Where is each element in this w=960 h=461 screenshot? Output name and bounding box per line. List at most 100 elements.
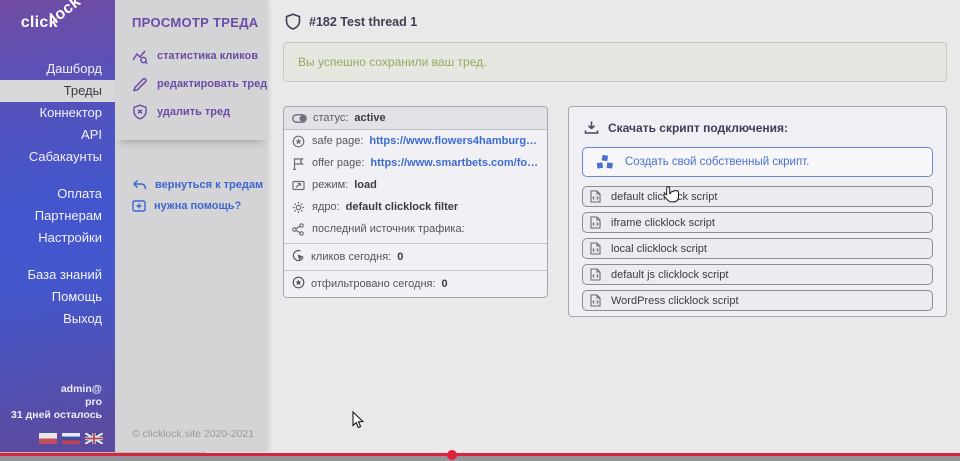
filtered-today-value: 0 (442, 278, 448, 290)
sidebar-item-settings[interactable]: Настройки (0, 227, 115, 249)
panel-links: вернуться к тредам нужна помощь? (115, 140, 268, 216)
download-scripts-card: Скачать скрипт подключения: Создать свой… (568, 106, 947, 317)
script-button-label: iframe clicklock script (611, 217, 715, 229)
last-traffic-source-row: последний источник трафика: (284, 218, 547, 240)
clicks-today-value: 0 (397, 251, 403, 263)
badge-star-icon (292, 135, 306, 148)
sidebar-item-logout[interactable]: Выход (0, 308, 115, 330)
file-code-icon (590, 294, 601, 307)
status-value: active (354, 112, 385, 124)
mode-value: load (354, 179, 377, 191)
sidebar-item-subaccounts[interactable]: Сабакаунты (0, 146, 115, 168)
filtered-today-row: отфильтровано сегодня: 0 (284, 270, 547, 297)
poland-flag[interactable] (39, 433, 57, 444)
back-arrow-icon (132, 179, 147, 191)
offer-page-link[interactable]: https://www.smartbets.com/football/tea..… (370, 157, 539, 169)
script-button-default-js[interactable]: default js clicklock script (582, 264, 933, 285)
link-label: нужна помощь? (154, 200, 241, 212)
sidebar-item-knowledge-base[interactable]: База знаний (0, 264, 115, 286)
file-code-icon (590, 190, 601, 203)
uk-flag[interactable] (85, 433, 103, 444)
flag-pennant-icon (292, 157, 306, 170)
core-row: ядро: default clicklock filter (284, 196, 547, 218)
shield-icon (285, 13, 301, 30)
bottom-bar (0, 456, 960, 461)
script-button-iframe[interactable]: iframe clicklock script (582, 212, 933, 233)
thread-status-card: статус: active safe page: https://www.fl… (283, 106, 548, 298)
mouse-arrow-cursor (352, 411, 364, 429)
script-button-local[interactable]: local clicklock script (582, 238, 933, 259)
panel-title: ПРОСМОТР ТРЕДА (115, 0, 268, 30)
app-window: clicklock Дашборд Треды Коннектор API Са… (0, 0, 960, 461)
action-label: статистика кликов (157, 50, 258, 62)
account-days-left: 31 дней осталось (11, 409, 102, 422)
gear-icon (292, 201, 306, 214)
thread-title: #182 Test thread 1 (309, 15, 417, 29)
sidebar-nav: Дашборд Треды Коннектор API Сабакаунты О… (0, 58, 115, 330)
action-delete-thread[interactable]: удалить тред (132, 98, 268, 126)
edit-icon (132, 77, 148, 92)
delete-shield-icon (132, 104, 148, 120)
thread-actions: статистика кликов редактировать тред уда… (115, 30, 268, 140)
video-progress-bar[interactable] (0, 453, 960, 456)
row-label: offer page: (312, 157, 364, 169)
account-email: admin@ (11, 383, 102, 396)
mouse-pointer-hand-cursor (662, 185, 679, 205)
row-label: последний источник трафика: (312, 223, 465, 235)
link-label: вернуться к тредам (155, 179, 263, 191)
russia-flag[interactable] (62, 433, 80, 444)
video-progress-handle[interactable] (447, 450, 457, 460)
scripts-card-header: Скачать скрипт подключения: (584, 120, 933, 135)
row-label: режим: (312, 179, 348, 191)
file-code-icon (590, 242, 601, 255)
thread-header: #182 Test thread 1 (268, 0, 960, 30)
sidebar-item-payment[interactable]: Оплата (0, 183, 115, 205)
download-icon (584, 120, 599, 135)
row-label: safe page: (312, 135, 363, 147)
language-switcher (39, 433, 103, 444)
need-help-link[interactable]: нужна помощь? (132, 195, 268, 216)
cubes-icon (595, 154, 615, 171)
sidebar: clicklock Дашборд Треды Коннектор API Са… (0, 0, 115, 452)
sidebar-item-connector[interactable]: Коннектор (0, 102, 115, 124)
mode-row: режим: load (284, 174, 547, 196)
script-button-label: local clicklock script (611, 243, 707, 255)
safe-page-row: safe page: https://www.flowers4hamburg.c… (284, 130, 547, 152)
thread-view-panel: ПРОСМОТР ТРЕДА статистика кликов редакти… (115, 0, 268, 452)
account-info: admin@ pro 31 дней осталось (11, 383, 102, 422)
sidebar-item-help[interactable]: Помощь (0, 286, 115, 308)
action-label: удалить тред (157, 106, 230, 118)
account-plan: pro (11, 396, 102, 409)
clicklock-logo: clicklock (0, 0, 115, 32)
row-label: кликов сегодня: (311, 251, 391, 263)
clicks-today-row: кликов сегодня: 0 (284, 243, 547, 270)
main-content: #182 Test thread 1 Вы успешно сохранили … (268, 0, 960, 452)
share-icon (292, 223, 306, 236)
offer-page-row: offer page: https://www.smartbets.com/fo… (284, 152, 547, 174)
file-code-icon (590, 216, 601, 229)
success-alert: Вы успешно сохранили ваш тред. (283, 42, 947, 82)
click-circle-icon (292, 249, 305, 265)
status-row: статус: active (284, 107, 547, 130)
action-edit-thread[interactable]: редактировать тред (132, 70, 268, 98)
toggle-on-icon[interactable] (292, 114, 307, 123)
sidebar-item-api[interactable]: API (0, 124, 115, 146)
action-label: редактировать тред (157, 78, 267, 90)
create-own-script-button[interactable]: Создать свой собственный скрипт. (582, 147, 933, 177)
scripts-card-title: Скачать скрипт подключения: (608, 121, 788, 135)
script-button-wordpress[interactable]: WordPress clicklock script (582, 290, 933, 311)
sidebar-item-dashboard[interactable]: Дашборд (0, 58, 115, 80)
click-stats-icon (132, 49, 148, 64)
safe-page-link[interactable]: https://www.flowers4hamburg.com/ (369, 135, 539, 147)
sidebar-item-partners[interactable]: Партнерам (0, 205, 115, 227)
script-button-default[interactable]: default clicklock script (582, 186, 933, 207)
sidebar-item-threads[interactable]: Треды (0, 80, 115, 102)
success-alert-text: Вы успешно сохранили ваш тред. (298, 55, 486, 69)
script-button-label: default js clicklock script (611, 269, 728, 281)
action-click-stats[interactable]: статистика кликов (132, 42, 268, 70)
script-button-label: WordPress clicklock script (611, 295, 739, 307)
mode-box-arrow-icon (292, 180, 306, 191)
back-to-threads-link[interactable]: вернуться к тредам (132, 174, 268, 195)
status-label: статус: (313, 112, 348, 124)
copyright: © clicklock.site 2020-2021 (132, 428, 254, 440)
